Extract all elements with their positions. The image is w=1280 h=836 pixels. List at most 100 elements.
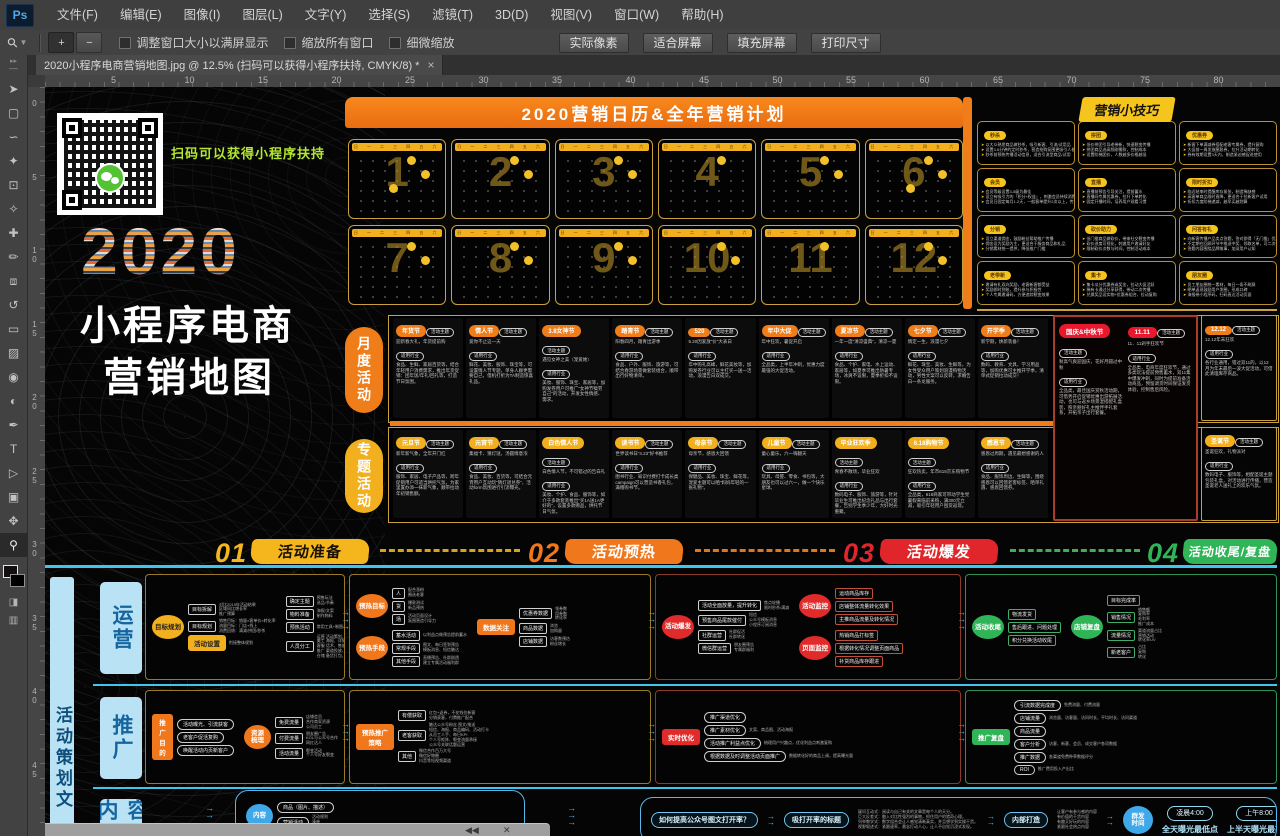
activity-card-monthly-8: 开学季活动主题新学期，焕新装备！适用行业数码、教育、文具、学习用品等，加购优惠可… xyxy=(978,318,1048,418)
marquee-tool-icon[interactable]: ▢ xyxy=(0,101,27,125)
highlighted-date-dot xyxy=(924,156,933,165)
phase-dashes xyxy=(1010,549,1140,552)
theme-text: 年中狂欢，暑促开启 xyxy=(762,339,826,345)
quick-mask-icon[interactable]: ◨ xyxy=(0,593,27,611)
rewind-icon[interactable]: ◀◀ xyxy=(465,824,479,836)
type-tool-icon[interactable]: T xyxy=(0,437,27,461)
background-window-strip[interactable]: ◀◀ ✕ xyxy=(45,823,550,836)
flow-arrow-icon: →→→ xyxy=(957,721,966,742)
option-button-1[interactable]: 适合屏幕 xyxy=(643,33,713,53)
brush-tool-icon[interactable]: ✏ xyxy=(0,245,27,269)
checkbox-label: 调整窗口大小以满屏显示 xyxy=(136,34,268,51)
document-canvas[interactable]: 扫码可以获得小程序扶持 2020 小程序电商 营销地图 2020营销日历&全年营… xyxy=(45,87,1280,836)
move-tool-icon[interactable]: ➤ xyxy=(0,77,27,101)
path-select-tool-icon[interactable]: ▷ xyxy=(0,461,27,485)
ruler-tick: 40 xyxy=(626,75,636,85)
menu-item-4[interactable]: 文字(Y) xyxy=(294,0,358,30)
magic-wand-tool-icon[interactable]: ✦ xyxy=(0,149,27,173)
clone-stamp-tool-icon[interactable]: ⧈ xyxy=(0,269,27,293)
history-brush-tool-icon[interactable]: ↺ xyxy=(0,293,27,317)
flow-node: 微信群运营 xyxy=(698,643,731,654)
highlighted-date-dot xyxy=(628,256,637,265)
ruler-tick: 20 xyxy=(332,75,342,85)
zoom-out-icon: − xyxy=(86,37,92,49)
eraser-tool-icon[interactable]: ▭ xyxy=(0,317,27,341)
option-button-2[interactable]: 填充屏幕 xyxy=(727,33,797,53)
shape-tool-icon[interactable]: ▣ xyxy=(0,485,27,509)
ruler-tick: 75 xyxy=(1140,75,1150,85)
menu-item-0[interactable]: 文件(F) xyxy=(46,0,109,30)
zoom-in-button[interactable]: + xyxy=(48,32,74,53)
blur-tool-icon[interactable]: ◉ xyxy=(0,365,27,389)
palette-grip[interactable]: ▸▸┉┉ xyxy=(0,55,27,77)
menu-item-5[interactable]: 选择(S) xyxy=(357,0,421,30)
zoom-tool-icon[interactable]: ⚲ xyxy=(0,533,27,557)
crop-tool-icon[interactable]: ⊡ xyxy=(0,173,27,197)
industry-text: 玩具、母婴、零食、书包等，大朋友也可以过六一，做一个快乐星球。 xyxy=(762,474,826,491)
color-swatches[interactable] xyxy=(0,563,27,593)
theme-text: 迎新春大礼，年货提前购 xyxy=(396,339,460,345)
flow-node: 主推商品流量及转化情况 xyxy=(835,614,898,625)
industry-pill: 适用行业 xyxy=(688,464,716,473)
healing-brush-tool-icon[interactable]: ✚ xyxy=(0,221,27,245)
flow-node: 社群运营 xyxy=(698,630,726,641)
theme-text: 世界读书日"4.23"好书推荐 xyxy=(615,451,679,457)
ruler-tick: 30 xyxy=(30,540,39,558)
flow-arrow-icon: →→→ xyxy=(957,609,966,630)
tab-close-icon[interactable]: × xyxy=(427,58,434,72)
menu-item-6[interactable]: 滤镜(T) xyxy=(421,0,484,30)
hand-tool-icon[interactable]: ✥ xyxy=(0,509,27,533)
lasso-tool-icon[interactable]: ∽ xyxy=(0,125,27,149)
option-button-0[interactable]: 实际像素 xyxy=(559,33,629,53)
screen-mode-icon[interactable]: ▥ xyxy=(0,611,27,629)
tip-card-line: ➤ 秒杀前预热传播活动信息，适合引流型商品/试用 xyxy=(981,152,1071,157)
tip-card-label: 问答有礼 xyxy=(1186,225,1218,234)
menu-item-3[interactable]: 图层(L) xyxy=(231,0,293,30)
option-checkbox-2[interactable]: 细微缩放 xyxy=(389,34,454,51)
zoom-out-button[interactable]: − xyxy=(76,32,102,53)
flow-node: 活动收尾 xyxy=(972,615,1004,639)
flow-node: 老客获取 xyxy=(398,730,426,741)
flow-node: ROI xyxy=(1014,765,1035,775)
document-tab[interactable]: 2020小程序电商营销地图.jpg @ 12.5% (扫码可以获得小程序扶持, … xyxy=(36,55,443,75)
ruler-tick: 15 xyxy=(258,75,268,85)
menu-item-9[interactable]: 窗口(W) xyxy=(603,0,670,30)
option-checkbox-1[interactable]: 缩放所有窗口 xyxy=(284,34,373,51)
theme-pill: 活动主题 xyxy=(426,440,454,449)
activity-name-pill: 毕业狂欢季 xyxy=(835,437,877,449)
phase-tab-01: 活动准备 xyxy=(250,539,371,564)
theme-text: 青春不散场，毕业狂欢 xyxy=(835,469,899,475)
flow-node: 引流数据完成度 xyxy=(1014,700,1061,711)
activity-card-monthly-2: 3.8女神节活动主题遇见女神之美（宠爱她）适用行业美妆、服饰、珠宝、家居等，加购… xyxy=(539,318,609,418)
calendar-month-10: 日 一 二 三 四 五 六10 xyxy=(658,225,756,305)
eyedropper-tool-icon[interactable]: ✧ xyxy=(0,197,27,221)
photoshop-window: Ps 文件(F)编辑(E)图像(I)图层(L)文字(Y)选择(S)滤镜(T)3D… xyxy=(0,0,1280,836)
gradient-tool-icon[interactable]: ▨ xyxy=(0,341,27,365)
tip-card-2: 优惠券➤ 新客下单满减券搭配老客专属券，提升复购➤ 大促前一周发放膨胀券，拉升活… xyxy=(1179,121,1277,165)
flow-arrow-icon: →→→ xyxy=(341,609,350,630)
close-icon[interactable]: ✕ xyxy=(503,824,511,836)
menu-item-10[interactable]: 帮助(H) xyxy=(670,0,734,30)
pen-tool-icon[interactable]: ✒ xyxy=(0,413,27,437)
tip-card-5: 限时折扣➤ 临近结束时提醒库存紧张，制造稀缺感➤ 高客单商品限时直降，更适合于拉… xyxy=(1179,168,1277,212)
tip-card-6: 分销➤ 设立渠道佣金，鼓励粉丝帮助推广传播➤ 佣金设为奖励为主，更适合于服务商品… xyxy=(977,215,1075,259)
dodge-tool-icon[interactable]: ◐ xyxy=(0,389,27,413)
calendar-month-11: 日 一 二 三 四 五 六11 xyxy=(761,225,859,305)
document-tab-title: 2020小程序电商营销地图.jpg @ 12.5% (扫码可以获得小程序扶持, … xyxy=(44,57,419,73)
ruler-tick: 45 xyxy=(30,761,39,779)
menu-item-8[interactable]: 视图(V) xyxy=(539,0,603,30)
theme-pill: 活动主题 xyxy=(938,328,966,337)
option-checkbox-0[interactable]: 调整窗口大小以满屏显示 xyxy=(119,34,268,51)
menu-item-7[interactable]: 3D(D) xyxy=(484,0,539,30)
calendar-month-2: 日 一 二 三 四 五 六2 xyxy=(451,139,549,219)
tip-card-label: 集卡 xyxy=(1085,271,1107,280)
menu-item-1[interactable]: 编辑(E) xyxy=(109,0,173,30)
theme-text: 情定一生，浪漫七夕 xyxy=(908,339,972,345)
option-button-3[interactable]: 打印尺寸 xyxy=(811,33,881,53)
menu-item-2[interactable]: 图像(I) xyxy=(173,0,232,30)
flow-node: 根据数据及时调整活动页面推广 xyxy=(704,751,786,762)
activity-card-monthly-1: 情人节活动主题爱你不止这一天适用行业鲜花、美妆、服饰、珠宝等，可设置情人节专题，… xyxy=(466,318,536,418)
orange-divider-strip xyxy=(963,97,972,309)
tip-card-line: ➤ 不定期在回顾环节中推送中奖、领取名单，可二次传播 xyxy=(1183,241,1273,246)
poster-title-line2: 营销地图 xyxy=(103,345,275,403)
